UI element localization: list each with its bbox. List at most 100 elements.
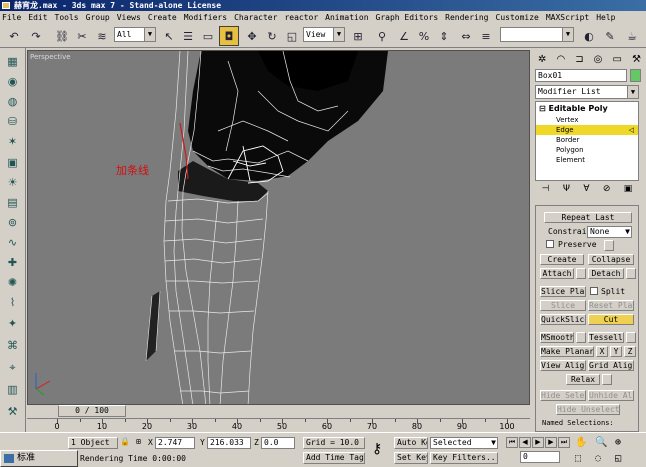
set-key-button[interactable]: Set Key: [394, 452, 428, 464]
object-color-swatch[interactable]: [630, 69, 641, 82]
menu-rendering[interactable]: Rendering: [445, 13, 488, 22]
bone-icon[interactable]: ✚: [4, 255, 21, 270]
relax-button[interactable]: Relax: [566, 374, 600, 385]
planar-z-button[interactable]: Z: [624, 346, 636, 357]
show-end-result-icon[interactable]: Ψ: [563, 184, 570, 198]
detach-button[interactable]: Detach: [588, 268, 624, 279]
particle-icon[interactable]: ✦: [4, 316, 21, 331]
selection-filter-dropdown[interactable]: All ▼: [114, 27, 156, 42]
modifier-list-dropdown[interactable]: Modifier List ▼: [535, 85, 639, 99]
menu-views[interactable]: Views: [117, 13, 141, 22]
constraints-dropdown[interactable]: None ▼: [587, 226, 632, 238]
attach-button[interactable]: Attach: [540, 268, 574, 279]
menu-customize[interactable]: Customize: [496, 13, 539, 22]
hierarchy-icon[interactable]: ⌇: [4, 295, 21, 310]
tessellate-settings-button[interactable]: [626, 332, 636, 343]
window-crossing-icon[interactable]: ◘: [219, 26, 239, 46]
modify-icon[interactable]: ⌘: [4, 338, 21, 353]
ref-coord-dropdown[interactable]: View ▼: [303, 27, 345, 42]
move-icon[interactable]: ✥: [242, 26, 262, 46]
undo-icon[interactable]: ↶: [4, 26, 24, 46]
menu-group[interactable]: Group: [86, 13, 110, 22]
stack-item-polygon[interactable]: Polygon: [536, 145, 638, 155]
menu-modifiers[interactable]: Modifiers: [184, 13, 227, 22]
utilities-tab-icon[interactable]: ⚒: [632, 54, 641, 65]
lock-icon[interactable]: 🔒: [120, 437, 130, 446]
orbit-icon[interactable]: ◌: [595, 453, 601, 464]
tessellate-button[interactable]: Tessellate: [588, 332, 624, 343]
material-editor-icon[interactable]: ◐: [579, 26, 599, 46]
grid-align-button[interactable]: Grid Align: [588, 360, 634, 371]
tab-icon-1[interactable]: ▦: [4, 54, 21, 69]
display-tab-icon[interactable]: ▭: [612, 54, 621, 65]
zoom-all-icon[interactable]: ⊕: [615, 437, 621, 448]
slice-button[interactable]: Slice: [540, 300, 586, 311]
camera-icon[interactable]: ▣: [4, 155, 21, 170]
preserve-checkbox[interactable]: [546, 240, 554, 248]
planar-x-button[interactable]: X: [596, 346, 608, 357]
menu-file[interactable]: File: [2, 13, 21, 22]
menu-tools[interactable]: Tools: [55, 13, 79, 22]
stack-item-border[interactable]: Border: [536, 135, 638, 145]
go-to-start-icon[interactable]: ⏮: [506, 437, 518, 448]
select-icon[interactable]: ↖: [159, 26, 179, 46]
create-button[interactable]: Create: [540, 254, 584, 265]
unlink-icon[interactable]: ✂: [72, 26, 92, 46]
link-icon[interactable]: ∿: [4, 235, 21, 250]
current-frame-field[interactable]: 0: [520, 451, 560, 463]
pin-stack-icon[interactable]: ⊣: [542, 184, 550, 198]
named-selection-dropdown[interactable]: ▼: [500, 27, 574, 42]
abs-mode-icon[interactable]: ⊞: [136, 437, 141, 446]
light-icon[interactable]: ☀: [4, 175, 21, 190]
quickslice-button[interactable]: QuickSlice: [540, 314, 586, 325]
gear-icon[interactable]: ✺: [4, 275, 21, 290]
select-link-icon[interactable]: ⛓: [52, 26, 72, 46]
rotate-icon[interactable]: ↻: [262, 26, 282, 46]
angle-snap-icon[interactable]: ∠: [394, 26, 414, 46]
create-tab-icon[interactable]: ✲: [538, 54, 546, 65]
slice-plane-button[interactable]: Slice Plane: [540, 286, 586, 297]
key-mode-dropdown[interactable]: Selected ▼: [430, 437, 498, 449]
perspective-viewport[interactable]: Perspective 加条线: [27, 50, 530, 405]
key-filters-button[interactable]: Key Filters...: [430, 452, 498, 464]
sphere-icon[interactable]: ◍: [4, 94, 21, 109]
reset-plane-button[interactable]: Reset Plane: [588, 300, 634, 311]
stack-item-vertex[interactable]: Vertex: [536, 115, 638, 125]
align-icon[interactable]: ≡: [476, 26, 496, 46]
menu-maxscript[interactable]: MAXScript: [546, 13, 589, 22]
render-icon[interactable]: ✎: [600, 26, 620, 46]
unhide-all-button[interactable]: Unhide All: [588, 390, 634, 401]
object-name-field[interactable]: Box01: [535, 69, 627, 82]
hierarchy-tab-icon[interactable]: ⊐: [575, 54, 583, 65]
z-coordinate-field[interactable]: 0.0: [261, 437, 295, 449]
box-icon[interactable]: ▤: [4, 195, 21, 210]
make-unique-icon[interactable]: ∀: [583, 184, 589, 198]
menu-edit[interactable]: Edit: [28, 13, 47, 22]
percent-snap-icon[interactable]: %: [414, 26, 434, 46]
add-time-tag-button[interactable]: Add Time Tag: [303, 452, 365, 464]
menu-create[interactable]: Create: [148, 13, 177, 22]
msmooth-button[interactable]: MSmooth: [540, 332, 574, 343]
menu-animation[interactable]: Animation: [325, 13, 368, 22]
redo-icon[interactable]: ↷: [26, 26, 46, 46]
stack-item-element[interactable]: Element: [536, 155, 638, 165]
detach-settings-button[interactable]: [626, 268, 636, 279]
spinner-snap-icon[interactable]: ⇕: [434, 26, 454, 46]
pivot-icon[interactable]: ⊞: [348, 26, 368, 46]
maximize-viewport-icon[interactable]: ◱: [615, 453, 621, 464]
modify-tab-icon[interactable]: ◠: [556, 54, 565, 65]
time-slider[interactable]: 0 / 100: [58, 405, 126, 417]
hide-unselected-button[interactable]: Hide Unselected: [556, 404, 620, 415]
next-frame-icon[interactable]: ▶: [545, 437, 557, 448]
motion-tab-icon[interactable]: ◎: [594, 54, 603, 65]
track-bar-ruler[interactable]: 0 10 20 30 40 50 60 70 80 90 100: [27, 418, 530, 432]
star-icon[interactable]: ✶: [4, 134, 21, 149]
view-align-button[interactable]: View Align: [540, 360, 586, 371]
msmooth-settings-button[interactable]: [576, 332, 586, 343]
hide-selected-button[interactable]: Hide Selected: [540, 390, 586, 401]
remove-modifier-icon[interactable]: ⊘: [603, 184, 611, 198]
planar-y-button[interactable]: Y: [610, 346, 622, 357]
tube-icon[interactable]: ⊚: [4, 215, 21, 230]
motion-icon[interactable]: ⌖: [4, 360, 21, 375]
rect-selection-icon[interactable]: ▭: [198, 26, 218, 46]
